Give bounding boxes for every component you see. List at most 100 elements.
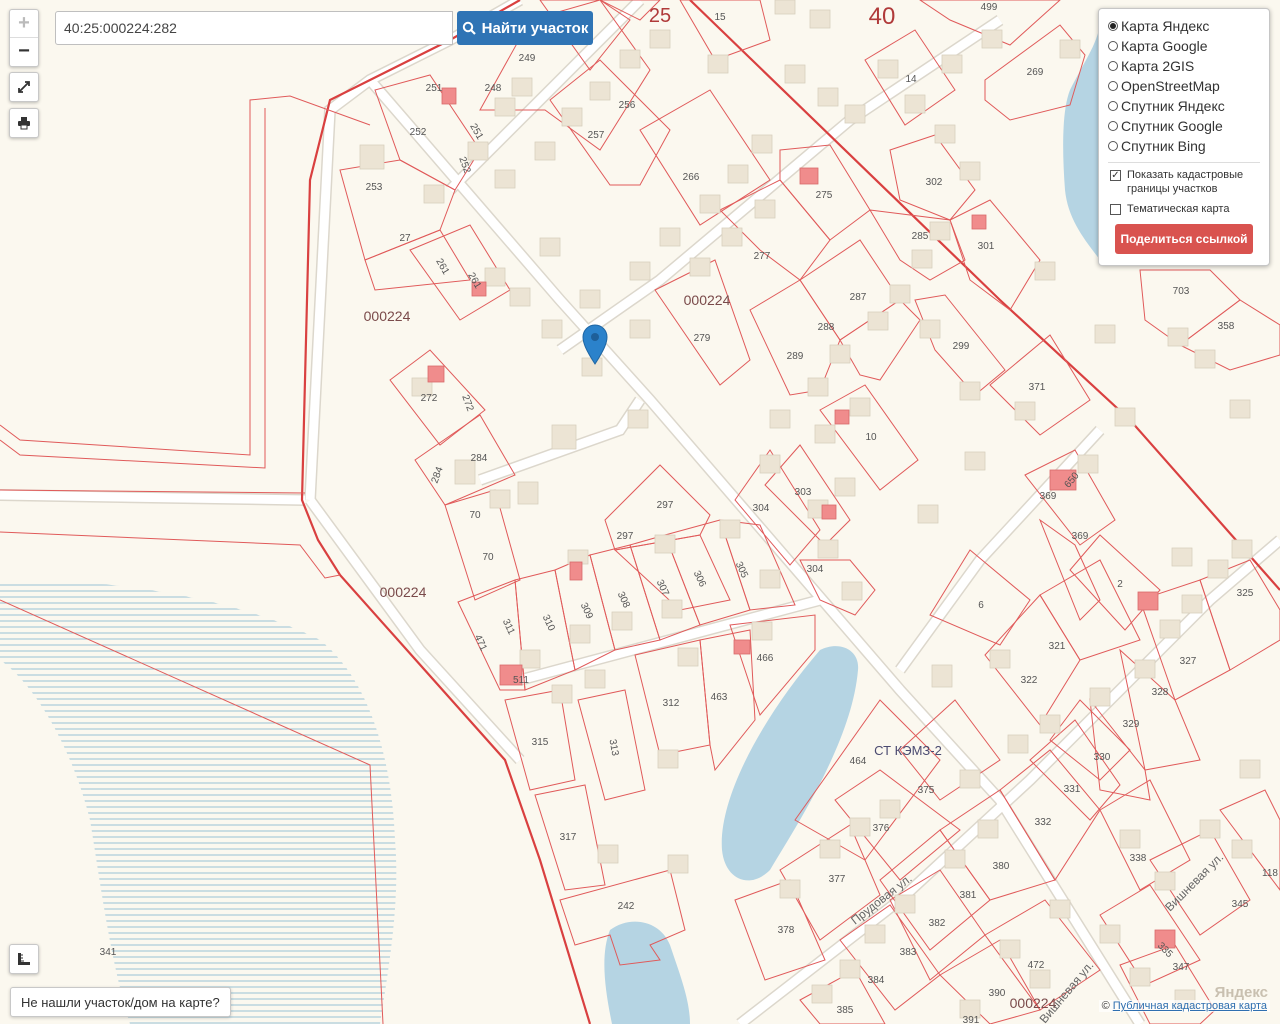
parcel-number: 330 <box>1094 752 1111 763</box>
layer-option-yandex-map[interactable]: Карта Яндекс <box>1108 16 1260 36</box>
zoom-control: + − <box>9 9 39 67</box>
layer-option-label: OpenStreetMap <box>1121 78 1220 94</box>
parcel-number: 378 <box>778 925 795 936</box>
parcel-number: 299 <box>953 341 970 352</box>
parcel-number: 289 <box>787 351 804 362</box>
zoom-in-button[interactable]: + <box>10 10 38 38</box>
radio-checked-icon[interactable] <box>1108 21 1118 31</box>
layer-option-google-satellite[interactable]: Спутник Google <box>1108 116 1260 136</box>
thematic-map-label: Тематическая карта <box>1127 203 1230 215</box>
layer-option-google-map[interactable]: Карта Google <box>1108 36 1260 56</box>
parcel-number: 328 <box>1152 687 1169 698</box>
parcel-number: 248 <box>485 83 502 94</box>
parcel-number: 369 <box>1040 491 1057 502</box>
parcel-number: 338 <box>1130 853 1147 864</box>
parcel-number: 304 <box>807 564 824 575</box>
parcel-number: 256 <box>619 100 636 111</box>
show-cadastral-checkbox-row[interactable]: ✓ Показать кадастровые границы участков <box>1108 168 1260 196</box>
parcel-number: 312 <box>663 698 680 709</box>
zoom-out-button[interactable]: − <box>10 38 38 65</box>
parcel-number: 371 <box>1029 382 1046 393</box>
search-input[interactable] <box>55 11 453 45</box>
radio-icon[interactable] <box>1108 81 1118 91</box>
layer-option-openstreetmap[interactable]: OpenStreetMap <box>1108 76 1260 96</box>
parcel-number: 251 <box>426 83 443 94</box>
checkbox-checked-icon[interactable]: ✓ <box>1110 170 1121 181</box>
radio-icon[interactable] <box>1108 101 1118 111</box>
parcel-number: 332 <box>1035 817 1052 828</box>
find-parcel-button[interactable]: Найти участок <box>457 11 593 45</box>
parcel-number: 382 <box>929 918 946 929</box>
copyright-symbol: © <box>1101 1000 1110 1012</box>
layer-option-bing-satellite[interactable]: Спутник Bing <box>1108 136 1260 156</box>
layer-option-yandex-satellite[interactable]: Спутник Яндекс <box>1108 96 1260 116</box>
checkbox-icon[interactable] <box>1110 204 1121 215</box>
parcel-number: 315 <box>532 737 549 748</box>
parcel-number: 345 <box>1232 899 1249 910</box>
parcel-number: 703 <box>1173 286 1190 297</box>
parcel-number: 384 <box>868 975 885 986</box>
parcel-number: 391 <box>963 1015 980 1024</box>
radio-icon[interactable] <box>1108 141 1118 151</box>
parcel-number: 15 <box>714 12 726 23</box>
parcel-number: 380 <box>993 861 1010 872</box>
layer-option-label: Карта Яндекс <box>1121 18 1210 34</box>
print-icon <box>18 117 30 130</box>
parcel-number: 327 <box>1180 656 1197 667</box>
search-icon <box>462 21 476 35</box>
radio-icon[interactable] <box>1108 41 1118 51</box>
parcel-number: 287 <box>850 292 867 303</box>
parcel-number: 499 <box>981 2 998 13</box>
parcel-number: 358 <box>1218 321 1235 332</box>
cadastral-map-link[interactable]: Публичная кадастровая карта <box>1113 1000 1267 1012</box>
parcel-number: 341 <box>100 947 117 958</box>
thematic-map-checkbox-row[interactable]: Тематическая карта <box>1108 202 1260 216</box>
cadastral-map[interactable]: 249 15 499 269 251 248 251 252 252 256 2… <box>0 0 1280 1024</box>
layer-option-label: Карта Google <box>1121 38 1208 54</box>
parcel-number: 347 <box>1173 962 1190 973</box>
parcel-number: 2 <box>1117 579 1123 590</box>
parcel-number: 118 <box>1262 868 1278 879</box>
print-button[interactable] <box>9 108 39 138</box>
parcel-number: 266 <box>683 172 700 183</box>
parcel-number: 253 <box>366 182 383 193</box>
parcel-number: 383 <box>900 947 917 958</box>
parcel-number: 252 <box>410 127 427 138</box>
layer-option-label: Спутник Google <box>1121 118 1223 134</box>
parcel-number: 321 <box>1049 641 1066 652</box>
radio-icon[interactable] <box>1108 61 1118 71</box>
quarter-number-label: 000224 <box>380 584 427 600</box>
layer-switcher-panel: Карта Яндекс Карта Google Карта 2GIS Ope… <box>1098 8 1270 266</box>
show-cadastral-label: Показать кадастровые границы участков <box>1127 169 1244 195</box>
parcel-number: 331 <box>1064 784 1081 795</box>
find-parcel-label: Найти участок <box>481 19 589 37</box>
parcel-number: 272 <box>421 393 438 404</box>
parcel-number: 377 <box>829 874 846 885</box>
parcel-number: 390 <box>989 988 1006 999</box>
not-found-button[interactable]: Не нашли участок/дом на карте? <box>10 987 231 1017</box>
parcel-number: 284 <box>471 453 488 464</box>
parcel-number: 275 <box>816 190 833 201</box>
fullscreen-button[interactable] <box>9 72 39 102</box>
parcel-number: 257 <box>588 130 605 141</box>
layer-option-2gis-map[interactable]: Карта 2GIS <box>1108 56 1260 76</box>
ruler-button[interactable] <box>9 944 39 974</box>
parcel-number: 369 <box>1072 531 1089 542</box>
parcel-number: 303 <box>795 487 812 498</box>
parcel-number: 27 <box>399 233 411 244</box>
panel-divider <box>1108 162 1260 163</box>
map-pin-center <box>591 333 599 341</box>
attribution: © Публичная кадастровая карта <box>1098 1000 1270 1012</box>
parcel-number: 464 <box>850 756 867 767</box>
parcel-number: 297 <box>657 500 674 511</box>
parcel-number: 385 <box>837 1005 854 1016</box>
parcel-number: 242 <box>618 901 635 912</box>
quarter-label: 40 <box>869 3 896 30</box>
layer-option-label: Спутник Яндекс <box>1121 98 1225 114</box>
parcel-number: 14 <box>905 74 917 85</box>
share-link-button[interactable]: Поделиться ссылкой <box>1115 224 1253 254</box>
parcel-number: 375 <box>918 785 935 796</box>
parcel-number: 297 <box>617 531 634 542</box>
radio-icon[interactable] <box>1108 121 1118 131</box>
parcel-number: 269 <box>1027 67 1044 78</box>
